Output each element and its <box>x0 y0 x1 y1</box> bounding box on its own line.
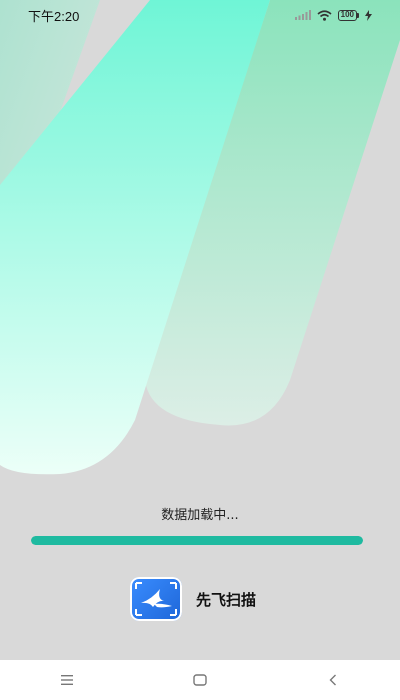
menu-icon <box>60 675 73 685</box>
home-icon <box>193 674 207 686</box>
battery-level: 100 <box>340 10 354 19</box>
back-button[interactable] <box>313 660 353 700</box>
status-icons: 100 <box>294 9 372 21</box>
status-time: 下午2:20 <box>28 8 80 24</box>
wifi-icon <box>317 9 332 21</box>
battery-cap <box>357 12 359 18</box>
battery-icon: 100 <box>337 9 359 21</box>
battery-body: 100 <box>337 9 357 21</box>
progress-fill <box>31 536 363 545</box>
home-button[interactable] <box>180 660 220 700</box>
loading-text: 数据加载中... <box>161 508 239 523</box>
navigation-bar <box>0 660 400 700</box>
app-name: 先飞扫描 <box>196 590 257 609</box>
menu-button[interactable] <box>47 660 87 700</box>
status-bar: 下午2:20 100 <box>0 0 400 30</box>
progress-bar <box>31 536 363 545</box>
back-icon <box>329 674 337 686</box>
background-art <box>0 0 400 660</box>
bird-logo-icon <box>130 577 182 621</box>
signal-icon <box>294 10 311 20</box>
bird-logo-glyph <box>135 582 177 616</box>
charging-icon <box>365 9 372 21</box>
splash-screen: 下午2:20 100 数据加载中... 先飞扫描 <box>0 0 400 700</box>
brand: 先飞扫描 <box>130 577 256 621</box>
